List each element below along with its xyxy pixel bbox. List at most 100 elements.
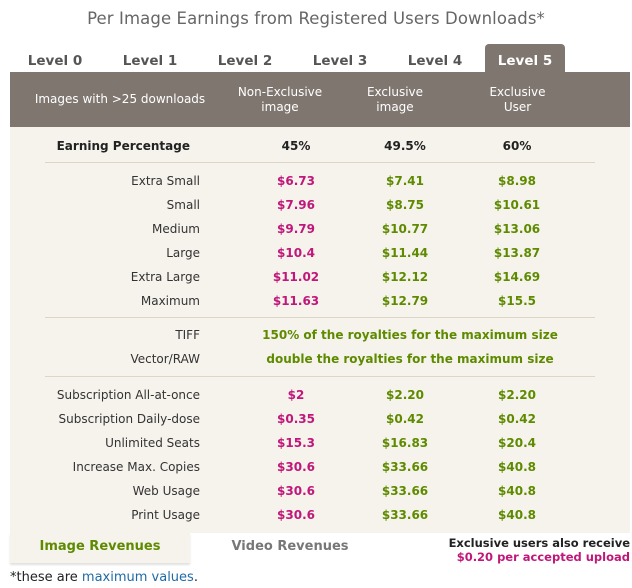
table-row: Subscription Daily-dose $0.35 $0.42 $0.4… [10, 407, 630, 431]
header-exclusive-user-line1: Exclusive [489, 84, 546, 99]
value-non-exclusive: $2 [287, 388, 305, 402]
license-label: Increase Max. Copies [72, 460, 200, 474]
value-exclusive-image: $33.66 [381, 508, 429, 522]
tab-level-2[interactable]: Level 2 [200, 44, 290, 72]
license-label: Unlimited Seats [105, 436, 200, 450]
license-label: Subscription All-at-once [56, 388, 200, 402]
value-exclusive-image: $2.20 [386, 388, 424, 402]
value-exclusive-image: $33.66 [381, 484, 429, 498]
value-exclusive-user: $13.87 [493, 246, 541, 260]
tab-level-0[interactable]: Level 0 [10, 44, 100, 72]
value-non-exclusive: $6.73 [277, 174, 315, 188]
tab-level-4[interactable]: Level 4 [390, 44, 480, 72]
value-exclusive-user: $10.61 [493, 198, 541, 212]
header-exclusive-image-line2: image [376, 99, 414, 114]
tab-level-3[interactable]: Level 3 [295, 44, 385, 72]
header-non-exclusive-image: Non-Exclusive image [220, 72, 340, 127]
earning-percentage-row: Earning Percentage 45% 49.5% 60% [10, 134, 630, 158]
license-label: Web Usage [132, 484, 200, 498]
table-header: Images with >25 downloads Non-Exclusive … [10, 72, 630, 127]
table-row: Unlimited Seats $15.3 $16.83 $20.4 [10, 431, 630, 455]
format-royalty-note: double the royalties for the maximum siz… [266, 352, 554, 366]
value-exclusive-user: $14.69 [493, 270, 541, 284]
header-images-downloads: Images with >25 downloads [34, 92, 206, 106]
value-exclusive-user: $8.98 [498, 174, 536, 188]
value-exclusive-image: $0.42 [386, 412, 424, 426]
table-row: Web Usage $30.6 $33.66 $40.8 [10, 479, 630, 503]
value-exclusive-user: $15.5 [498, 294, 536, 308]
earning-exclusive-image: 49.5% [384, 139, 426, 153]
divider [45, 317, 595, 318]
exclusive-bonus-note: Exclusive users also receive $0.20 per a… [449, 536, 630, 564]
table-row: Vector/RAW double the royalties for the … [10, 347, 630, 371]
table-row: Subscription All-at-once $2 $2.20 $2.20 [10, 383, 630, 407]
value-exclusive-user: $0.42 [498, 412, 536, 426]
table-row: Extra Small $6.73 $7.41 $8.98 [10, 169, 630, 193]
value-non-exclusive: $15.3 [277, 436, 315, 450]
exclusive-note-line2: $0.20 per accepted upload [456, 550, 630, 564]
earning-non-exclusive: 45% [281, 139, 311, 153]
size-label: Small [166, 198, 200, 212]
value-exclusive-image: $11.44 [381, 246, 429, 260]
value-exclusive-image: $7.41 [386, 174, 424, 188]
value-non-exclusive: $11.02 [272, 270, 320, 284]
value-exclusive-user: $40.8 [498, 460, 536, 474]
value-exclusive-user: $40.8 [498, 508, 536, 522]
header-exclusive-user: Exclusive User [460, 72, 575, 127]
value-exclusive-user: $40.8 [498, 484, 536, 498]
header-non-exclusive-line1: Non-Exclusive [237, 84, 323, 99]
value-exclusive-user: $13.06 [493, 222, 541, 236]
page-title: Per Image Earnings from Registered Users… [87, 9, 545, 28]
size-label: Extra Small [131, 174, 200, 188]
table-row: Maximum $11.63 $12.79 $15.5 [10, 289, 630, 313]
header-exclusive-user-line2: User [503, 99, 532, 114]
divider [45, 162, 595, 163]
tab-image-revenues[interactable]: Image Revenues [10, 533, 190, 563]
table-row: Increase Max. Copies $30.6 $33.66 $40.8 [10, 455, 630, 479]
divider [45, 376, 595, 377]
tab-level-5[interactable]: Level 5 [485, 44, 565, 72]
value-exclusive-image: $10.77 [381, 222, 429, 236]
value-exclusive-image: $12.12 [381, 270, 429, 284]
table-row: Small $7.96 $8.75 $10.61 [10, 193, 630, 217]
size-label: Maximum [140, 294, 200, 308]
table-row: Medium $9.79 $10.77 $13.06 [10, 217, 630, 241]
format-label: TIFF [175, 328, 200, 342]
value-exclusive-user: $20.4 [498, 436, 536, 450]
size-label: Medium [152, 222, 200, 236]
table-row: Print Usage $30.6 $33.66 $40.8 [10, 503, 630, 527]
tab-level-1[interactable]: Level 1 [105, 44, 195, 72]
value-non-exclusive: $30.6 [277, 460, 315, 474]
format-royalty-note: 150% of the royalties for the maximum si… [262, 328, 558, 342]
earnings-panel: Earning Percentage 45% 49.5% 60% Extra S… [10, 127, 630, 533]
tab-video-revenues[interactable]: Video Revenues [200, 533, 380, 563]
maximum-values-link[interactable]: maximum values [82, 570, 194, 585]
license-label: Subscription Daily-dose [58, 412, 200, 426]
exclusive-note-line1: Exclusive users also receive [448, 536, 630, 550]
header-non-exclusive-line2: image [261, 99, 299, 114]
size-label: Extra Large [130, 270, 200, 284]
footnote-suffix: . [193, 570, 198, 585]
table-row: TIFF 150% of the royalties for the maxim… [10, 323, 630, 347]
value-exclusive-image: $33.66 [381, 460, 429, 474]
header-exclusive-image-line1: Exclusive [366, 84, 424, 99]
footnote-prefix: *these are [10, 570, 82, 585]
header-exclusive-image: Exclusive image [340, 72, 450, 127]
earning-percentage-label: Earning Percentage [56, 139, 190, 153]
format-label: Vector/RAW [130, 352, 200, 366]
earning-exclusive-user: 60% [502, 139, 532, 153]
value-non-exclusive: $7.96 [277, 198, 315, 212]
value-non-exclusive: $30.6 [277, 484, 315, 498]
value-exclusive-image: $8.75 [386, 198, 424, 212]
value-non-exclusive: $30.6 [277, 508, 315, 522]
license-label: Print Usage [131, 508, 200, 522]
value-non-exclusive: $11.63 [272, 294, 320, 308]
value-non-exclusive: $10.4 [277, 246, 315, 260]
size-label: Large [166, 246, 200, 260]
value-exclusive-image: $12.79 [381, 294, 429, 308]
footnote: *these are maximum values. [10, 570, 198, 585]
table-row: Large $10.4 $11.44 $13.87 [10, 241, 630, 265]
table-row: Extra Large $11.02 $12.12 $14.69 [10, 265, 630, 289]
level-tabs: Level 0 Level 1 Level 2 Level 3 Level 4 … [10, 44, 630, 72]
value-non-exclusive: $9.79 [277, 222, 315, 236]
